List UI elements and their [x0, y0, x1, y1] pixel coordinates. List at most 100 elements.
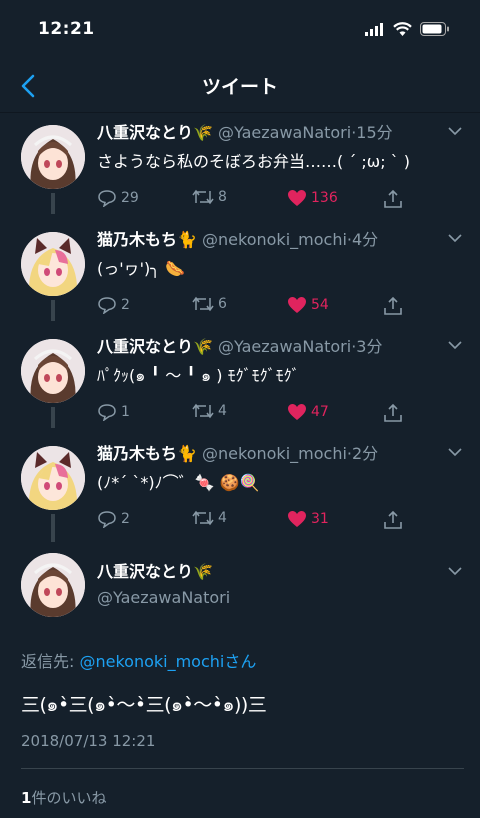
retweet-button[interactable]: 8 [192, 189, 227, 205]
like-count: 136 [311, 190, 338, 206]
share-icon [384, 189, 402, 208]
signal-icon [365, 22, 383, 36]
retweet-count: 8 [218, 189, 227, 205]
wifi-icon [393, 22, 412, 36]
heart-icon [288, 297, 306, 313]
likes-count: 1 [21, 789, 32, 807]
retweet-icon [192, 296, 214, 312]
share-button[interactable] [383, 403, 403, 423]
share-button[interactable] [383, 510, 403, 530]
author-block: 八重沢なとり🌾 @YaezawaNatori [97, 561, 230, 609]
avatar[interactable] [21, 339, 85, 403]
reply-button[interactable]: 2 [97, 510, 130, 528]
display-name[interactable]: 八重沢なとり [97, 337, 193, 356]
reply-button[interactable]: 2 [97, 296, 130, 314]
thread-connector [51, 300, 55, 321]
name-emoji: 🌾 [193, 337, 213, 356]
tweet-actions: 1 4 47 [97, 403, 440, 425]
thread-tweet[interactable]: 八重沢なとり🌾 @YaezawaNatori·3分 ﾊﾟｸｯ(๑ ╹ ～ ╹ ๑… [0, 327, 480, 434]
tweet-text: さようなら私のそぼろお弁当……( ´ ;ω; ` ) [97, 152, 411, 171]
name-emoji: 🌾 [193, 123, 213, 142]
share-button[interactable] [383, 296, 403, 316]
nav-bar: ツイート [0, 60, 480, 113]
reply-count: 29 [121, 190, 139, 206]
status-bar: 12:21 [0, 0, 480, 60]
share-icon [384, 510, 402, 529]
focused-tweet-text: 三(๑•̀三(๑•̀～•̀三(๑•̀～•̀๑))三 [21, 694, 267, 716]
user-handle[interactable]: @nekonoki_mochi [202, 230, 347, 249]
user-handle[interactable]: @YaezawaNatori [97, 587, 230, 609]
avatar-natori-icon [21, 553, 85, 617]
reply-count: 2 [121, 297, 130, 313]
tweet-text: ﾊﾟｸｯ(๑ ╹ ～ ╹ ๑ ) ﾓｸﾞﾓｸﾞﾓｸﾞ [97, 366, 300, 385]
reply-count: 2 [121, 511, 130, 527]
share-button[interactable] [383, 189, 403, 209]
like-count: 47 [311, 404, 329, 420]
tweet-header: 八重沢なとり🌾 @YaezawaNatori·15分 [97, 123, 393, 142]
thread-tweet[interactable]: 猫乃木もち🐈 @nekonoki_mochi·2分 (ﾉ*´ `*)ﾉ⌒゛🍬 🍪… [0, 434, 480, 541]
tweet-text: (っ'ヮ')╮ 🌭 [97, 259, 185, 278]
divider [21, 768, 464, 769]
retweet-button[interactable]: 4 [192, 403, 227, 419]
retweet-icon [192, 189, 214, 205]
tweet-timestamp[interactable]: 2018/07/13 12:21 [21, 732, 155, 750]
retweet-button[interactable]: 4 [192, 510, 227, 526]
display-name[interactable]: 猫乃木もち [97, 444, 177, 463]
like-button[interactable]: 136 [287, 189, 338, 207]
display-name[interactable]: 八重沢なとり [97, 562, 193, 581]
avatar[interactable] [21, 125, 85, 189]
tweet-header: 猫乃木もち🐈 @nekonoki_mochi·2分 [97, 444, 379, 463]
reply-button[interactable]: 29 [97, 189, 139, 207]
avatar[interactable] [21, 232, 85, 296]
likes-summary[interactable]: 1件のいいね [21, 787, 106, 808]
thread-tweet[interactable]: 八重沢なとり🌾 @YaezawaNatori·15分 さようなら私のそぼろお弁当… [0, 113, 480, 220]
name-emoji: 🐈 [177, 230, 197, 249]
status-time: 12:21 [38, 19, 95, 39]
chevron-down-icon[interactable] [448, 567, 462, 576]
tweet-header: 八重沢なとり🌾 @YaezawaNatori·3分 [97, 337, 383, 356]
retweet-count: 4 [218, 510, 227, 526]
avatar[interactable] [21, 446, 85, 510]
retweet-button[interactable]: 6 [192, 296, 227, 312]
conversation-thread: 八重沢なとり🌾 @YaezawaNatori·15分 さようなら私のそぼろお弁当… [0, 113, 480, 542]
retweet-icon [192, 510, 214, 526]
chevron-down-icon[interactable] [448, 448, 462, 457]
tweet-actions: 29 8 136 [97, 189, 440, 211]
chevron-down-icon[interactable] [448, 234, 462, 243]
thread-tweet[interactable]: 猫乃木もち🐈 @nekonoki_mochi·4分 (っ'ヮ')╮ 🌭 2 6 … [0, 220, 480, 327]
battery-icon [420, 22, 449, 36]
likes-label: 件のいいね [31, 789, 107, 807]
chevron-down-icon[interactable] [448, 127, 462, 136]
tweet-time: 15分 [356, 123, 393, 142]
avatar[interactable] [21, 553, 85, 617]
like-button[interactable]: 54 [287, 296, 329, 314]
avatar-natori-icon [21, 339, 85, 403]
reply-icon [98, 190, 116, 207]
tweet-time: 2分 [352, 444, 379, 463]
name-emoji: 🌾 [193, 562, 213, 581]
tweet-time: 4分 [352, 230, 379, 249]
reply-button[interactable]: 1 [97, 403, 130, 421]
like-button[interactable]: 31 [287, 510, 329, 528]
tweet-header: 猫乃木もち🐈 @nekonoki_mochi·4分 [97, 230, 379, 249]
name-emoji: 🐈 [177, 444, 197, 463]
display-name[interactable]: 八重沢なとり [97, 123, 193, 142]
display-name[interactable]: 猫乃木もち [97, 230, 177, 249]
user-handle[interactable]: @YaezawaNatori [218, 123, 351, 142]
like-button[interactable]: 47 [287, 403, 329, 421]
chevron-down-icon[interactable] [448, 341, 462, 350]
status-icons [365, 22, 450, 36]
user-handle[interactable]: @nekonoki_mochi [202, 444, 347, 463]
retweet-count: 6 [218, 296, 227, 312]
page-title: ツイート [201, 76, 278, 98]
reply-count: 1 [121, 404, 130, 420]
avatar-mochi-icon [21, 232, 85, 296]
user-handle[interactable]: @YaezawaNatori [218, 337, 351, 356]
like-count: 31 [311, 511, 329, 527]
thread-connector [51, 514, 55, 542]
tweet-text: (ﾉ*´ `*)ﾉ⌒゛🍬 🍪🍭 [97, 473, 260, 492]
tweet-actions: 2 4 31 [97, 510, 440, 532]
reply-suffix: さん [224, 652, 257, 671]
reply-mention-link[interactable]: @nekonoki_mochi [79, 652, 224, 671]
heart-icon [288, 190, 306, 206]
